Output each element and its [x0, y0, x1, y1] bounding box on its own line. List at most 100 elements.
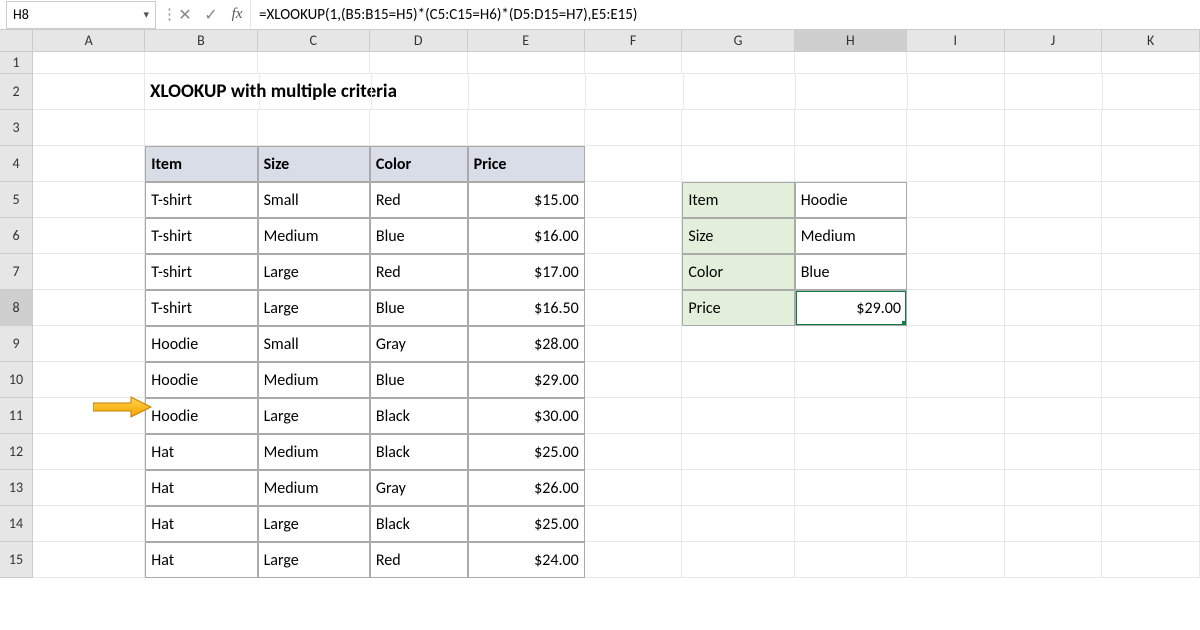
cell-A3[interactable]	[33, 110, 145, 146]
cell-H11[interactable]	[795, 398, 907, 434]
cell-A15[interactable]	[33, 542, 145, 578]
cell-G8[interactable]: Price	[682, 290, 794, 326]
cell-K3[interactable]	[1102, 110, 1200, 146]
cell-F1[interactable]	[585, 52, 683, 74]
cell-K9[interactable]	[1102, 326, 1200, 362]
cell-J8[interactable]	[1005, 290, 1103, 326]
col-header-C[interactable]: C	[258, 30, 370, 52]
row-header-6[interactable]: 6	[0, 218, 33, 254]
cell-F6[interactable]	[585, 218, 683, 254]
cell-C13[interactable]: Medium	[258, 470, 370, 506]
cell-E11[interactable]: $30.00	[468, 398, 585, 434]
cell-G3[interactable]	[682, 110, 794, 146]
cell-C5[interactable]: Small	[258, 182, 370, 218]
cell-K5[interactable]	[1102, 182, 1200, 218]
cell-F8[interactable]	[585, 290, 683, 326]
cell-K15[interactable]	[1102, 542, 1200, 578]
cell-E14[interactable]: $25.00	[468, 506, 585, 542]
cell-K13[interactable]	[1102, 470, 1200, 506]
fx-icon[interactable]: fx	[224, 6, 250, 23]
cell-F10[interactable]	[585, 362, 683, 398]
cell-E13[interactable]: $26.00	[468, 470, 585, 506]
cell-H15[interactable]	[795, 542, 907, 578]
cell-H13[interactable]	[795, 470, 907, 506]
cell-I5[interactable]	[907, 182, 1005, 218]
cell-D4[interactable]: Color	[370, 146, 468, 182]
cell-J2[interactable]	[1005, 74, 1102, 110]
cell-H9[interactable]	[795, 326, 907, 362]
cell-J9[interactable]	[1005, 326, 1103, 362]
confirm-icon[interactable]: ✓	[198, 5, 224, 25]
cell-B11[interactable]: Hoodie	[145, 398, 257, 434]
cell-H1[interactable]	[795, 52, 907, 74]
cell-B10[interactable]: Hoodie	[145, 362, 257, 398]
col-header-F[interactable]: F	[585, 30, 683, 52]
row-header-8[interactable]: 8	[0, 290, 33, 326]
cell-B15[interactable]: Hat	[145, 542, 257, 578]
chevron-down-icon[interactable]: ▾	[143, 8, 149, 21]
cell-C7[interactable]: Large	[258, 254, 370, 290]
cell-J12[interactable]	[1005, 434, 1103, 470]
row-header-11[interactable]: 11	[0, 398, 33, 434]
cell-B7[interactable]: T-shirt	[145, 254, 257, 290]
col-header-E[interactable]: E	[468, 30, 585, 52]
cell-C8[interactable]: Large	[258, 290, 370, 326]
cell-K4[interactable]	[1102, 146, 1200, 182]
cell-J4[interactable]	[1005, 146, 1103, 182]
cell-J6[interactable]	[1005, 218, 1103, 254]
formula-input[interactable]: =XLOOKUP(1,(B5:B15=H5)*(C5:C15=H6)*(D5:D…	[250, 0, 1200, 29]
cell-I9[interactable]	[907, 326, 1005, 362]
cell-F5[interactable]	[585, 182, 683, 218]
cell-E3[interactable]	[468, 110, 585, 146]
fill-handle[interactable]	[902, 321, 907, 326]
cell-A12[interactable]	[33, 434, 145, 470]
cell-G2[interactable]	[684, 74, 796, 110]
cell-I1[interactable]	[907, 52, 1005, 74]
name-box[interactable]: H8 ▾	[6, 1, 156, 29]
cell-E15[interactable]: $24.00	[468, 542, 585, 578]
cell-B14[interactable]: Hat	[145, 506, 257, 542]
cell-A4[interactable]	[33, 146, 145, 182]
cell-A10[interactable]	[33, 362, 145, 398]
cell-G6[interactable]: Size	[682, 218, 794, 254]
cell-J11[interactable]	[1005, 398, 1103, 434]
cell-I6[interactable]	[907, 218, 1005, 254]
cell-A11[interactable]	[33, 398, 145, 434]
cell-grid[interactable]: XLOOKUP with multiple criteria	[33, 52, 1200, 578]
cell-D11[interactable]: Black	[370, 398, 468, 434]
row-header-14[interactable]: 14	[0, 506, 33, 542]
cell-D8[interactable]: Blue	[370, 290, 468, 326]
row-header-3[interactable]: 3	[0, 110, 33, 146]
col-header-H[interactable]: H	[795, 30, 907, 52]
cell-B8[interactable]: T-shirt	[145, 290, 257, 326]
cell-I7[interactable]	[907, 254, 1005, 290]
cell-E9[interactable]: $28.00	[468, 326, 585, 362]
row-header-5[interactable]: 5	[0, 182, 33, 218]
cell-H7[interactable]: Blue	[795, 254, 907, 290]
cell-F3[interactable]	[585, 110, 683, 146]
cell-J3[interactable]	[1005, 110, 1103, 146]
select-all-corner[interactable]	[0, 30, 33, 52]
cell-H8[interactable]: $29.00	[795, 290, 907, 326]
cell-E4[interactable]: Price	[468, 146, 585, 182]
cell-I14[interactable]	[907, 506, 1005, 542]
cell-J13[interactable]	[1005, 470, 1103, 506]
cell-D2[interactable]	[372, 74, 469, 110]
cell-F2[interactable]	[586, 74, 683, 110]
cell-I3[interactable]	[907, 110, 1005, 146]
col-header-G[interactable]: G	[682, 30, 794, 52]
row-header-2[interactable]: 2	[0, 74, 33, 110]
cell-F14[interactable]	[585, 506, 683, 542]
cell-F13[interactable]	[585, 470, 683, 506]
cell-H4[interactable]	[795, 146, 907, 182]
cell-F9[interactable]	[585, 326, 683, 362]
cell-D6[interactable]: Blue	[370, 218, 468, 254]
cancel-icon[interactable]: ✕	[172, 5, 198, 25]
cell-H6[interactable]: Medium	[795, 218, 907, 254]
cell-D3[interactable]	[370, 110, 468, 146]
row-header-4[interactable]: 4	[0, 146, 33, 182]
cell-A6[interactable]	[33, 218, 145, 254]
row-header-1[interactable]: 1	[0, 52, 33, 74]
cell-I10[interactable]	[907, 362, 1005, 398]
cell-G1[interactable]	[682, 52, 794, 74]
